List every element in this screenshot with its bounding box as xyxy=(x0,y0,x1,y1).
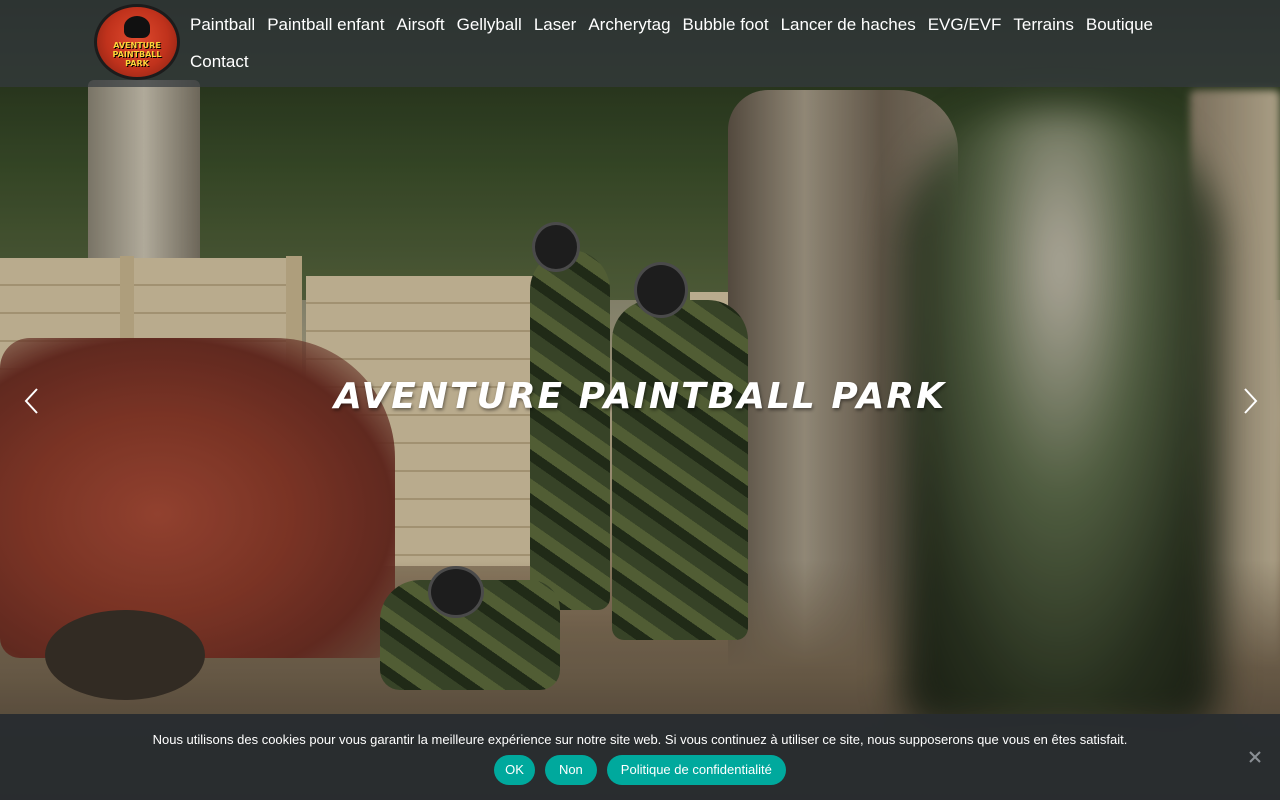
slider-next-button[interactable] xyxy=(1240,386,1264,416)
nav-item-evg-evf[interactable]: EVG/EVF xyxy=(922,6,1008,43)
nav-item-paintball-enfant[interactable]: Paintball enfant xyxy=(261,6,390,43)
privacy-policy-button[interactable]: Politique de confidentialité xyxy=(606,755,786,785)
nav-item-lancer-de-haches[interactable]: Lancer de haches xyxy=(775,6,922,43)
nav-item-airsoft[interactable]: Airsoft xyxy=(390,6,450,43)
cookie-ok-button[interactable]: OK xyxy=(494,755,535,785)
nav-item-laser[interactable]: Laser xyxy=(528,6,583,43)
cookie-message: Nous utilisons des cookies pour vous gar… xyxy=(152,732,1128,747)
cookie-close-button[interactable] xyxy=(1246,748,1264,766)
nav-item-paintball[interactable]: Paintball xyxy=(184,6,261,43)
nav-item-archerytag[interactable]: Archerytag xyxy=(582,6,676,43)
site-logo[interactable]: AVENTURE PAINTBALL PARK xyxy=(94,4,180,80)
logo-text-line2: PARK xyxy=(125,59,149,68)
cookie-buttons: OK Non Politique de confidentialité xyxy=(0,755,1280,785)
nav-item-contact[interactable]: Contact xyxy=(184,43,255,80)
slider-prev-button[interactable] xyxy=(22,386,46,416)
logo-text-line1: AVENTURE PAINTBALL xyxy=(112,41,162,59)
logo-figure-icon xyxy=(124,16,150,38)
main-nav: Paintball Paintball enfant Airsoft Gelly… xyxy=(184,6,1174,80)
close-icon xyxy=(1249,751,1261,763)
chevron-right-icon xyxy=(1244,388,1258,414)
cookie-no-button[interactable]: Non xyxy=(544,755,597,785)
site-header: AVENTURE PAINTBALL PARK Paintball Paintb… xyxy=(0,0,1280,87)
nav-item-boutique[interactable]: Boutique xyxy=(1080,6,1159,43)
nav-item-bubble-foot[interactable]: Bubble foot xyxy=(677,6,775,43)
hero-title: AVENTURE PAINTBALL PARK xyxy=(334,376,946,417)
nav-item-terrains[interactable]: Terrains xyxy=(1007,6,1079,43)
cookie-banner: Nous utilisons des cookies pour vous gar… xyxy=(0,714,1280,800)
nav-item-gellyball[interactable]: Gellyball xyxy=(451,6,528,43)
chevron-left-icon xyxy=(24,388,38,414)
